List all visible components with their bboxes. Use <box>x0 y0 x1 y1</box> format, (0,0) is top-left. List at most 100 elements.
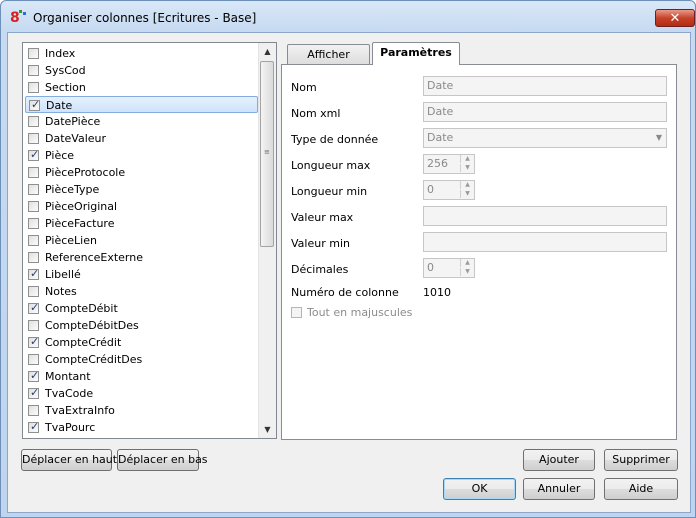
scroll-thumb[interactable]: ≡ <box>260 61 274 247</box>
spin-up-icon[interactable]: ▲ <box>460 181 474 189</box>
column-checkbox[interactable] <box>28 218 39 229</box>
column-checkbox[interactable] <box>28 65 39 76</box>
chevron-down-icon: ▼ <box>655 133 662 142</box>
list-item[interactable]: ✓ CompteDébit <box>25 300 258 317</box>
spin-down-icon[interactable]: ▼ <box>460 190 474 198</box>
list-item[interactable]: Notes <box>25 283 258 300</box>
nom-field[interactable]: Date <box>423 76 667 96</box>
column-label: Section <box>45 81 86 94</box>
column-checkbox[interactable] <box>28 167 39 178</box>
type-label: Type de donnée <box>291 133 379 146</box>
spin-up-icon[interactable]: ▲ <box>460 155 474 163</box>
list-item[interactable]: ✓ TvaPourc <box>25 419 258 436</box>
checkmark-icon: ✓ <box>30 369 40 382</box>
scroll-up-icon[interactable]: ▲ <box>259 43 276 60</box>
column-label: PièceType <box>45 183 100 196</box>
tab-afficher[interactable]: Afficher <box>287 44 370 65</box>
longueur-max-value: 256 <box>427 157 448 170</box>
tab-parametres[interactable]: Paramètres <box>372 42 460 65</box>
list-item[interactable]: Section <box>25 79 258 96</box>
column-checkbox[interactable]: ✓ <box>28 301 39 314</box>
move-down-button[interactable]: Déplacer en bas <box>117 449 208 471</box>
list-item[interactable]: ✓ Libellé <box>25 266 258 283</box>
column-checkbox[interactable] <box>28 405 39 416</box>
list-item[interactable]: ✓ CompteCrédit <box>25 334 258 351</box>
cancel-button[interactable]: Annuler <box>523 478 595 500</box>
add-button[interactable]: Ajouter <box>523 449 595 471</box>
column-checkbox[interactable] <box>28 235 39 246</box>
window-title: Organiser colonnes [Ecritures - Base] <box>33 11 257 25</box>
column-label: CompteDébit <box>45 302 118 315</box>
list-item[interactable]: PièceOriginal <box>25 198 258 215</box>
move-up-button[interactable]: Déplacer en haut <box>21 449 117 471</box>
checkmark-icon: ✓ <box>31 98 41 111</box>
list-item[interactable]: PièceType <box>25 181 258 198</box>
longueur-min-stepper[interactable]: 0 ▲ ▼ <box>423 180 475 200</box>
column-checkbox[interactable]: ✓ <box>29 98 41 111</box>
uppercase-checkbox[interactable]: Tout en majuscules <box>291 305 412 319</box>
column-checkbox[interactable]: ✓ <box>28 335 39 348</box>
valeur-max-field[interactable] <box>423 206 667 226</box>
column-label: Date <box>46 99 73 112</box>
delete-button[interactable]: Supprimer <box>604 449 678 471</box>
column-label: Libellé <box>45 268 81 281</box>
list-item[interactable]: CompteDébitDes <box>25 317 258 334</box>
list-item[interactable]: CompteCréditDes <box>25 351 258 368</box>
column-checkbox[interactable] <box>28 184 39 195</box>
column-checkbox[interactable] <box>28 354 39 365</box>
list-scrollbar[interactable]: ▲ ≡ ▼ <box>258 43 276 438</box>
columns-list[interactable]: ✓ TvaPourc TvaExtraInfo ✓ TvaCode ✓ Montant Com… <box>22 42 277 439</box>
uppercase-checkbox-box[interactable] <box>291 307 302 318</box>
checkmark-icon: ✓ <box>30 420 40 433</box>
ok-button[interactable]: OK <box>443 478 516 500</box>
checkmark-icon: ✓ <box>30 267 40 280</box>
list-item[interactable]: PièceProtocole <box>25 164 258 181</box>
close-button[interactable]: ✕ <box>655 9 695 27</box>
type-dropdown[interactable]: Date ▼ <box>423 128 667 148</box>
list-item[interactable]: Index <box>25 45 258 62</box>
list-item[interactable]: PièceLien <box>25 232 258 249</box>
column-label: TvaCode <box>45 387 94 400</box>
list-item[interactable]: ✓ Date <box>25 96 258 113</box>
numero-colonne-value: 1010 <box>423 286 451 299</box>
help-button[interactable]: Aide <box>604 478 678 500</box>
column-checkbox[interactable] <box>28 133 39 144</box>
spin-down-icon[interactable]: ▼ <box>460 268 474 276</box>
column-checkbox[interactable]: ✓ <box>28 148 39 161</box>
spin-up-icon[interactable]: ▲ <box>460 259 474 267</box>
valeur-min-field[interactable] <box>423 232 667 252</box>
column-checkbox[interactable] <box>28 82 39 93</box>
column-checkbox[interactable] <box>28 201 39 212</box>
longueur-max-stepper[interactable]: 256 ▲ ▼ <box>423 154 475 174</box>
list-item[interactable]: ✓ TvaCode <box>25 385 258 402</box>
column-label: DatePièce <box>45 115 101 128</box>
column-checkbox[interactable] <box>28 48 39 59</box>
list-item[interactable]: DateValeur <box>25 130 258 147</box>
column-checkbox[interactable] <box>28 320 39 331</box>
decimales-stepper[interactable]: 0 ▲ ▼ <box>423 258 475 278</box>
list-item[interactable]: ReferenceExterne <box>25 249 258 266</box>
column-label: ReferenceExterne <box>45 251 144 264</box>
type-dropdown-value: Date <box>427 131 454 144</box>
column-checkbox[interactable] <box>28 252 39 263</box>
list-item[interactable]: ✓ Pièce <box>25 147 258 164</box>
column-checkbox[interactable] <box>28 286 39 297</box>
column-checkbox[interactable]: ✓ <box>28 369 40 382</box>
nom-xml-label: Nom xml <box>291 107 341 120</box>
column-checkbox[interactable]: ✓ <box>28 267 40 280</box>
scroll-down-icon[interactable]: ▼ <box>259 421 276 438</box>
column-label: TvaExtraInfo <box>45 404 115 417</box>
title-bar[interactable]: 8 Organiser colonnes [Ecritures - Base] … <box>1 1 695 33</box>
list-item[interactable]: ✓ Montant <box>25 368 258 385</box>
list-item[interactable]: SysCod <box>25 62 258 79</box>
uppercase-label: Tout en majuscules <box>307 306 413 319</box>
list-item[interactable]: PièceFacture <box>25 215 258 232</box>
spin-down-icon[interactable]: ▼ <box>460 164 474 172</box>
nom-xml-field[interactable]: Date <box>423 102 667 122</box>
column-checkbox[interactable]: ✓ <box>28 386 39 399</box>
longueur-min-value: 0 <box>427 183 434 196</box>
list-item[interactable]: TvaExtraInfo <box>25 402 258 419</box>
list-item[interactable]: DatePièce <box>25 113 258 130</box>
column-checkbox[interactable] <box>28 116 39 127</box>
column-checkbox[interactable]: ✓ <box>28 420 40 433</box>
